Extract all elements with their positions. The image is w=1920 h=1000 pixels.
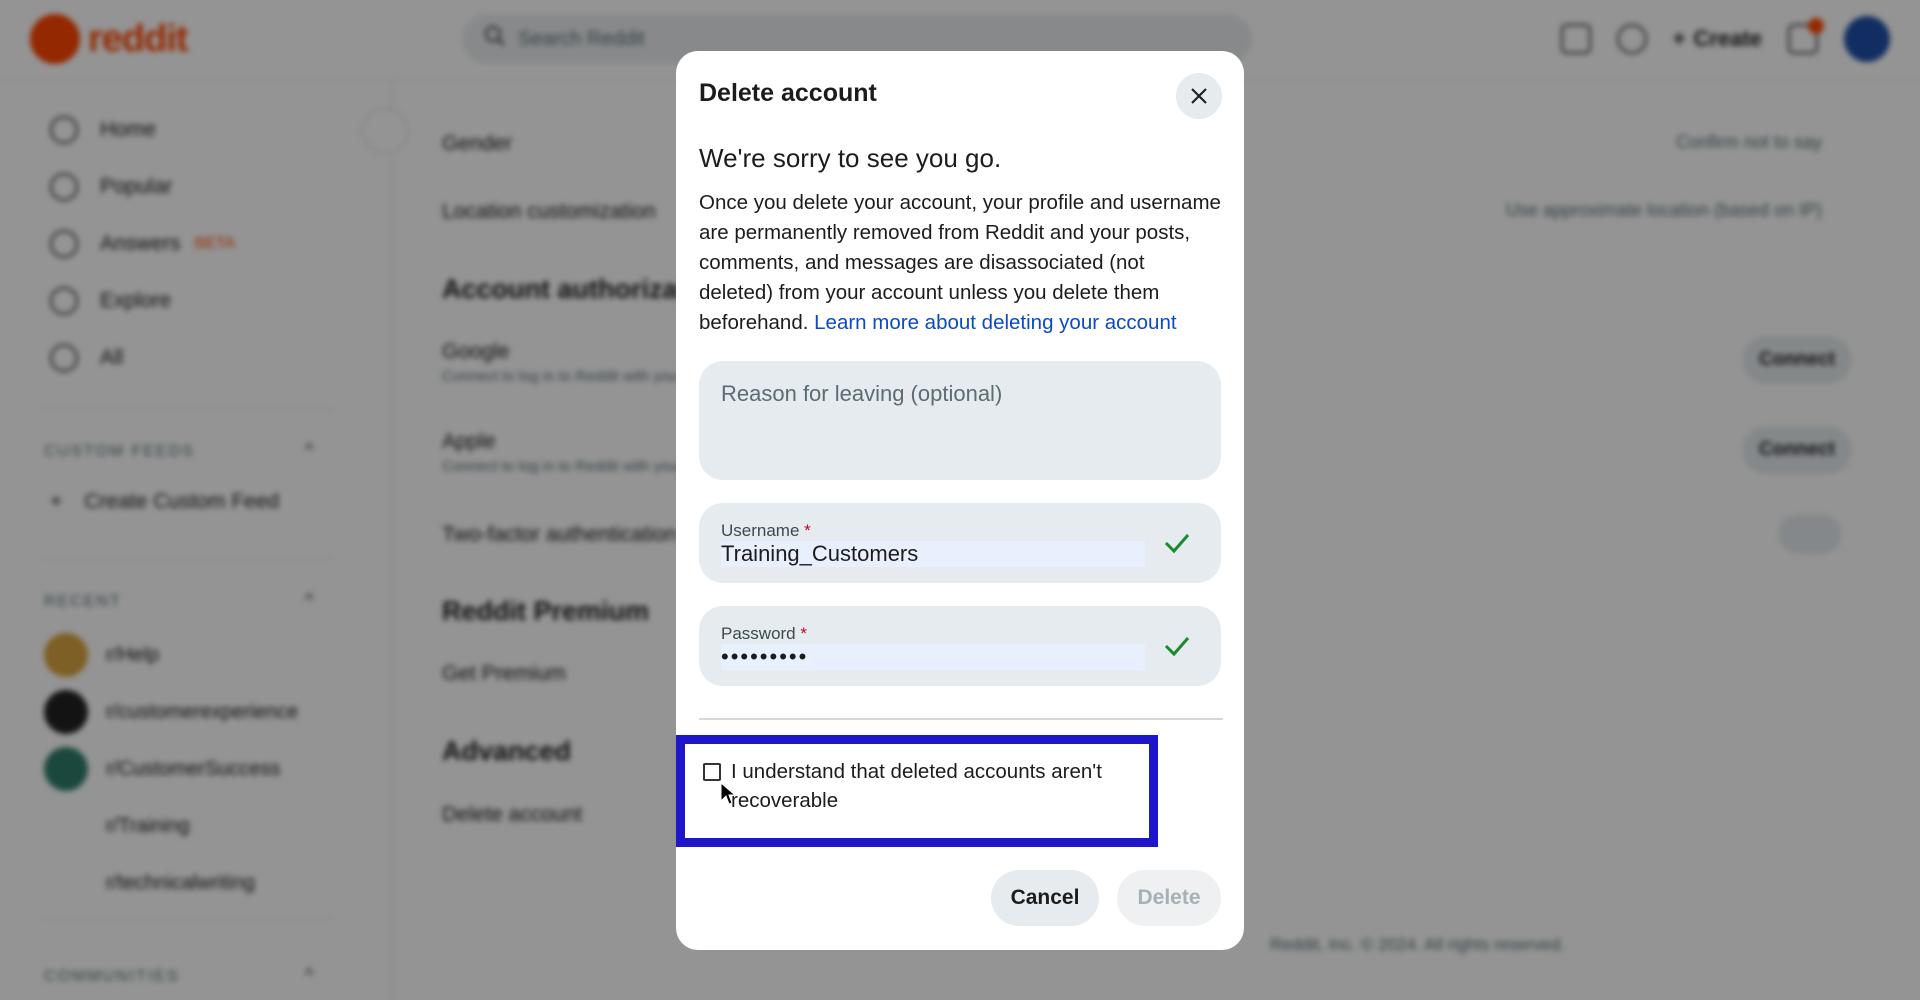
username-label-text: Username <box>721 521 800 540</box>
modal-subheading: We're sorry to see you go. <box>699 143 1002 173</box>
username-label: Username * <box>721 521 811 541</box>
password-label-text: Password <box>721 624 796 643</box>
password-label: Password * <box>721 624 807 644</box>
delete-button[interactable]: Delete <box>1117 870 1221 926</box>
reason-input[interactable] <box>699 361 1221 480</box>
modal-title: Delete account <box>699 79 877 107</box>
confirm-checkbox-row[interactable]: I understand that deleted accounts aren'… <box>703 757 1143 815</box>
cancel-button[interactable]: Cancel <box>991 870 1099 926</box>
check-icon <box>1164 534 1190 554</box>
check-icon <box>1164 637 1190 657</box>
confirm-text: I understand that deleted accounts aren'… <box>731 760 1102 812</box>
modal-divider <box>699 718 1223 720</box>
username-input[interactable] <box>721 541 1145 567</box>
mouse-cursor-icon <box>720 782 736 805</box>
learn-more-link[interactable]: Learn more about deleting your account <box>814 311 1176 334</box>
required-mark: * <box>804 521 811 540</box>
password-field[interactable]: Password * <box>699 606 1221 686</box>
delete-account-modal: Delete account We're sorry to see you go… <box>676 51 1244 950</box>
password-input[interactable] <box>721 644 1145 670</box>
close-icon <box>1191 88 1207 104</box>
close-button[interactable] <box>1176 73 1222 119</box>
username-field[interactable]: Username * <box>699 503 1221 583</box>
modal-body: Once you delete your account, your profi… <box>699 188 1224 338</box>
confirm-checkbox[interactable] <box>703 763 721 781</box>
required-mark: * <box>800 624 807 643</box>
